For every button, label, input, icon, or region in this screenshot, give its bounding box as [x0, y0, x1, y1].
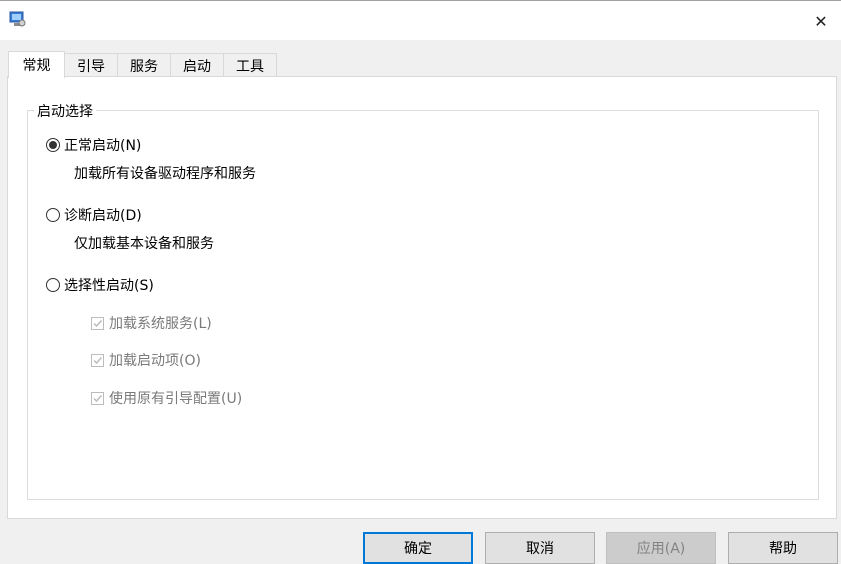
radio-selected-icon — [46, 138, 60, 152]
diagnostic-startup-radio[interactable]: 诊断启动(D) — [46, 205, 142, 225]
checkmark-icon — [91, 391, 104, 405]
title-bar: ✕ — [0, 0, 841, 40]
group-legend: 启动选择 — [34, 101, 96, 121]
close-icon: ✕ — [814, 11, 828, 31]
selective-startup-radio[interactable]: 选择性启动(S) — [46, 275, 154, 295]
system-configuration-icon — [9, 11, 26, 28]
radio-icon — [46, 278, 60, 292]
startup-selection-group: 启动选择 正常启动(N) 加载所有设备驱动程序和服务 诊断启动(D) 仅加载基本… — [27, 101, 819, 500]
tab-services[interactable]: 服务 — [117, 53, 171, 77]
tab-boot[interactable]: 引导 — [64, 53, 118, 77]
radio-icon — [46, 208, 60, 222]
apply-button[interactable]: 应用(A) — [606, 532, 716, 564]
general-tab-panel: 启动选择 正常启动(N) 加载所有设备驱动程序和服务 诊断启动(D) 仅加载基本… — [7, 76, 837, 519]
load-system-services-checkbox[interactable]: 加载系统服务(L) — [91, 313, 212, 333]
checkmark-icon — [91, 316, 104, 330]
tab-startup[interactable]: 启动 — [170, 53, 224, 77]
normal-startup-description: 加载所有设备驱动程序和服务 — [74, 166, 256, 182]
tab-tools[interactable]: 工具 — [223, 53, 277, 77]
help-button[interactable]: 帮助 — [728, 532, 838, 564]
checkmark-icon — [91, 353, 104, 367]
use-original-boot-config-checkbox[interactable]: 使用原有引导配置(U) — [91, 388, 242, 408]
tab-strip: 常规 引导 服务 启动 工具 — [8, 51, 838, 78]
ok-button[interactable]: 确定 — [363, 532, 473, 564]
diagnostic-startup-description: 仅加载基本设备和服务 — [74, 236, 214, 252]
cancel-button[interactable]: 取消 — [485, 532, 595, 564]
load-startup-items-checkbox[interactable]: 加载启动项(O) — [91, 350, 201, 370]
normal-startup-radio[interactable]: 正常启动(N) — [46, 135, 141, 155]
tab-general[interactable]: 常规 — [8, 51, 65, 78]
close-button[interactable]: ✕ — [801, 1, 841, 41]
